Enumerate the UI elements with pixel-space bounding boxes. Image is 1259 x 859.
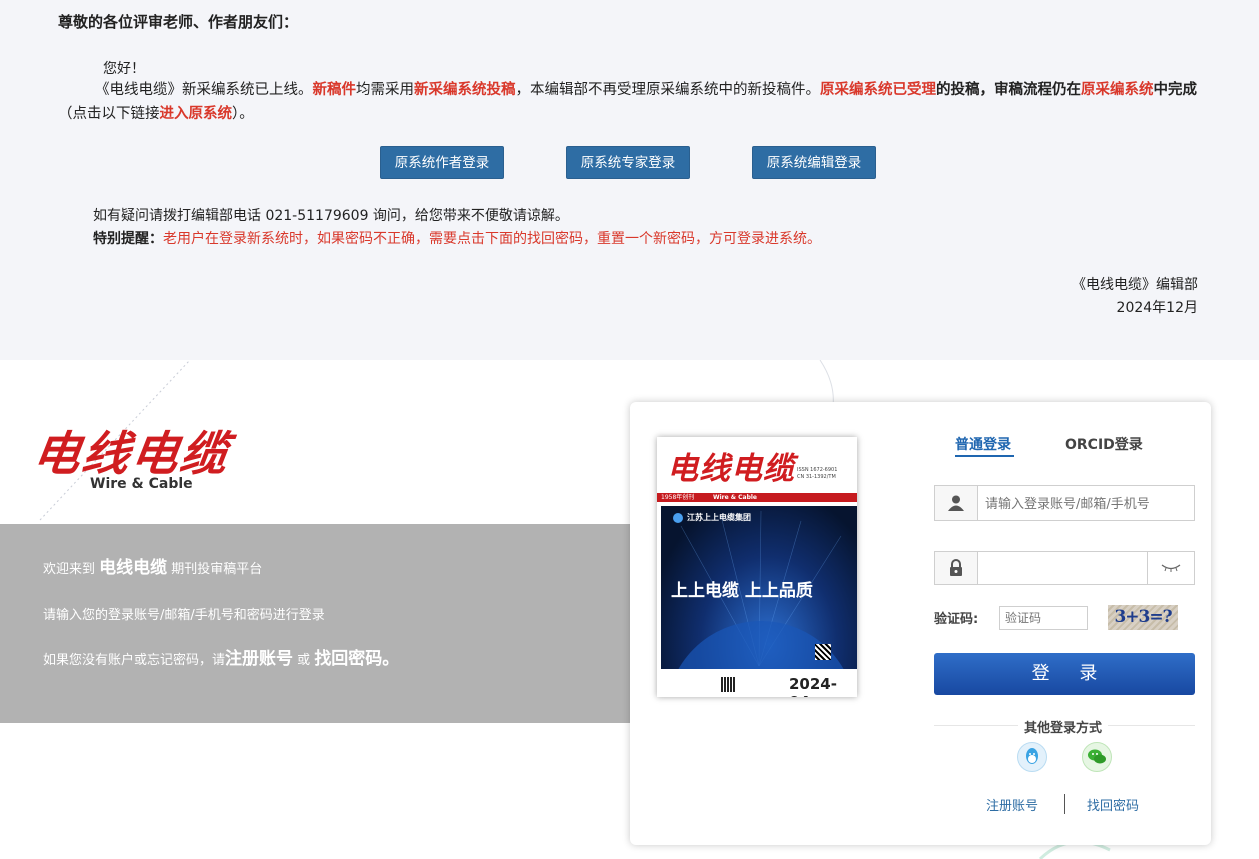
login-button[interactable]: 登 录: [934, 653, 1195, 695]
cover-cn: CN 31-1392/TM: [797, 474, 836, 480]
cover-slogan: 上上电缆 上上品质: [671, 581, 813, 601]
register-link[interactable]: 注册账号: [986, 795, 1038, 814]
signature-date: 2024年12月: [1116, 300, 1198, 316]
recover-password-link[interactable]: 找回密码: [1087, 795, 1139, 814]
cover-group-name: 江苏上上电缆集团: [687, 513, 751, 522]
welcome-line-2: 请输入您的登录账号/邮箱/手机号和密码进行登录: [43, 608, 325, 623]
notice-text: 《电线电缆》新采编系统已上线。: [95, 82, 313, 98]
special-reminder: 特别提醒：老用户在登录新系统时，如果密码不正确，需要点击下面的找回密码，重置一个…: [93, 228, 821, 248]
cover-issn: ISSN 1672-6901: [797, 467, 838, 473]
cover-bar-mid: Wire & Cable: [713, 494, 757, 501]
qq-login-icon[interactable]: [1017, 742, 1047, 772]
notice-highlight: 原采编系统: [1081, 82, 1154, 98]
notice-paragraph: 《电线电缆》新采编系统已上线。新稿件均需采用新采编系统投稿，本编辑部不再受理原采…: [58, 78, 1203, 126]
welcome-recover-link[interactable]: 找回密码。: [314, 649, 399, 669]
welcome-suffix: 期刊投审稿平台: [171, 562, 263, 577]
account-input[interactable]: [983, 492, 1192, 516]
cover-barcode-icon: [721, 677, 736, 692]
reminder-label: 特别提醒：: [93, 231, 163, 247]
notice-text: ）。: [232, 106, 254, 122]
old-author-login-button[interactable]: 原系统作者登录: [380, 146, 504, 179]
captcha-label: 验证码:: [934, 612, 979, 627]
cover-issue: 2024-04: [789, 675, 837, 697]
notice-hello: 您好！: [103, 61, 145, 77]
lock-icon: [935, 552, 978, 584]
notice-bold: 的投稿，审稿流程仍在: [936, 82, 1081, 98]
cover-title: 电线电缆: [667, 451, 795, 487]
brand-logo-chinese: 电线电缆: [29, 427, 234, 482]
welcome-hint: 如果您没有账户或忘记密码，请: [43, 653, 226, 668]
notice-text: ，本编辑部不再受理原采编系统中的新投稿件。: [515, 82, 821, 98]
notice-panel: [0, 0, 1259, 360]
reminder-text: 老用户在登录新系统时，如果密码不正确，需要点击下面的找回密码，重置一个新密码，方…: [163, 231, 821, 247]
eye-closed-icon[interactable]: [1147, 552, 1194, 584]
cover-issn-block: ISSN 1672-6901 CN 31-1392/TM: [797, 467, 837, 481]
other-login-label: 其他登录方式: [1018, 717, 1109, 736]
tab-active-underline: [955, 455, 1014, 457]
cover-red-bar: 1958年创刊 Wire & Cable: [657, 493, 857, 502]
wechat-login-icon[interactable]: [1082, 742, 1112, 772]
captcha-input[interactable]: [999, 606, 1088, 630]
captcha-image[interactable]: 3+3=?: [1108, 605, 1178, 630]
notice-highlight: 新稿件: [312, 82, 357, 98]
notice-highlight: 原采编系统已受理: [820, 82, 936, 98]
cover-group: 江苏上上电缆集团: [673, 512, 751, 523]
old-editor-login-button[interactable]: 原系统编辑登录: [752, 146, 876, 179]
journal-cover: 电线电缆 ISSN 1672-6901 CN 31-1392/TM 1958年创刊…: [657, 437, 857, 697]
link-separator: [1064, 794, 1065, 814]
old-system-link[interactable]: 进入原系统: [160, 106, 233, 122]
notice-text: 均需采用: [356, 82, 414, 98]
notice-text: （点击以下链接: [58, 106, 160, 122]
user-icon: [935, 486, 978, 520]
welcome-or: 或: [297, 653, 311, 668]
welcome-prefix: 欢迎来到: [43, 562, 96, 577]
welcome-line-3: 如果您没有账户或忘记密码，请注册账号 或 找回密码。: [43, 644, 399, 669]
tab-normal-login[interactable]: 普通登录: [955, 434, 1011, 454]
account-field: [934, 485, 1195, 521]
cover-qr-icon: [815, 644, 831, 660]
old-expert-login-button[interactable]: 原系统专家登录: [566, 146, 690, 179]
welcome-journal-name: 电线电缆: [99, 558, 168, 578]
notice-highlight: 新采编系统投稿: [414, 82, 516, 98]
welcome-line-1: 欢迎来到 电线电缆 期刊投审稿平台: [43, 553, 262, 578]
password-field: [934, 551, 1195, 585]
group-logo-icon: [673, 512, 683, 523]
tab-orcid-login[interactable]: ORCID登录: [1065, 434, 1143, 454]
notice-bold: 中完成: [1153, 82, 1198, 98]
cover-image: 江苏上上电缆集团 上上电缆 上上品质: [661, 506, 857, 697]
brand-logo-english: Wire & Cable: [90, 476, 193, 492]
notice-title: 尊敬的各位评审老师、作者朋友们：: [58, 13, 299, 31]
welcome-register-link[interactable]: 注册账号: [225, 649, 293, 669]
contact-line: 如有疑问请拨打编辑部电话 021-51179609 询问，给您带来不便敬请谅解。: [93, 208, 569, 224]
signature-department: 《电线电缆》编辑部: [1072, 277, 1198, 293]
password-input[interactable]: [983, 557, 1147, 581]
cover-bar-left: 1958年创刊: [661, 494, 695, 501]
